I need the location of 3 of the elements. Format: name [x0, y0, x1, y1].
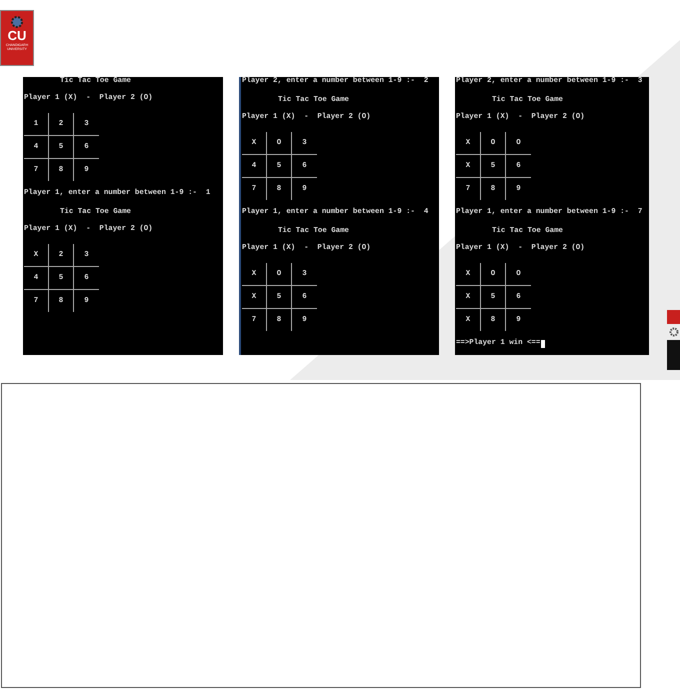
cursor-icon [541, 340, 546, 348]
logo-text: CU [8, 29, 26, 43]
gear-icon [668, 327, 678, 337]
